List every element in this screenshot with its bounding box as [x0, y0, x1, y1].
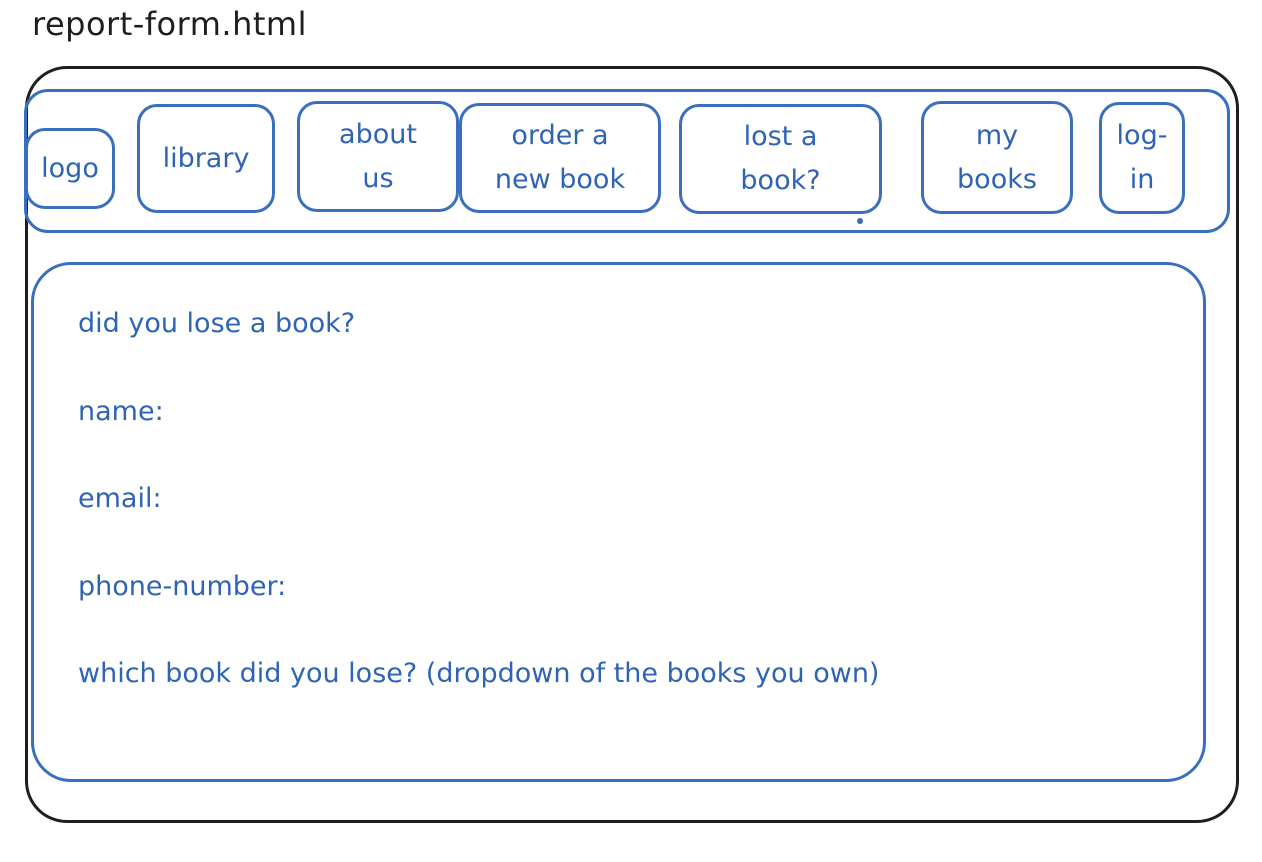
stray-dot-mark [857, 218, 863, 224]
phone-number-label: phone-number: [78, 571, 287, 602]
email-label: email: [78, 483, 162, 514]
nav-my-books[interactable]: my books [921, 101, 1073, 214]
file-title: report-form.html [32, 5, 307, 43]
nav-logo[interactable]: logo [25, 128, 115, 209]
form-heading: did you lose a book? [78, 308, 356, 339]
name-label: name: [78, 396, 164, 427]
lost-book-dropdown-label: which book did you lose? (dropdown of th… [78, 658, 880, 689]
nav-log-in[interactable]: log- in [1099, 102, 1185, 214]
nav-lost-a-book[interactable]: lost a book? [679, 104, 882, 214]
nav-library[interactable]: library [137, 104, 275, 213]
nav-about-us[interactable]: about us [297, 101, 459, 212]
nav-order-new-book[interactable]: order a new book [459, 103, 661, 213]
